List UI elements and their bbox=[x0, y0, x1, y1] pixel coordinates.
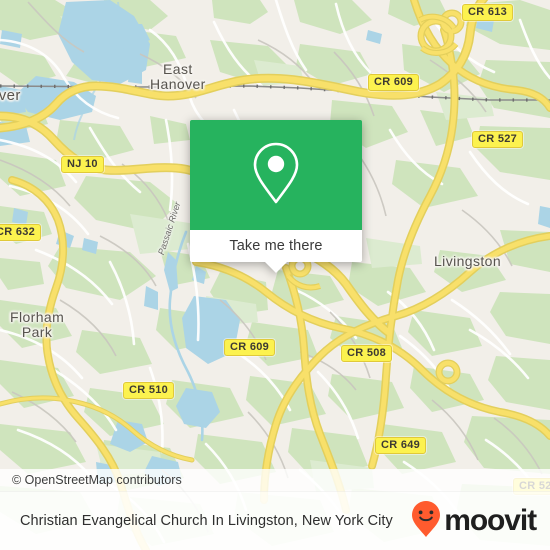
take-me-there-button[interactable]: Take me there bbox=[229, 238, 322, 254]
popup-footer[interactable]: Take me there bbox=[190, 230, 362, 273]
footer-bar: Christian Evangelical Church In Livingst… bbox=[0, 491, 550, 550]
road-shield-cr-527-north: CR 527 bbox=[472, 131, 524, 148]
road-shield-cr-649: CR 649 bbox=[375, 437, 427, 454]
location-title: Christian Evangelical Church In Livingst… bbox=[20, 513, 393, 529]
road-shield-nj-10: NJ 10 bbox=[61, 156, 104, 173]
map-canvas[interactable] bbox=[0, 0, 550, 550]
popup-tail bbox=[265, 262, 287, 273]
map-attribution-bar: © OpenStreetMap contributors bbox=[0, 469, 550, 491]
road-shield-cr-609-north: CR 609 bbox=[368, 74, 420, 91]
moovit-logo[interactable]: moovit bbox=[411, 500, 537, 543]
place-label-east-hanover: East Hanover bbox=[150, 61, 206, 93]
place-label-livingston: Livingston bbox=[434, 253, 502, 269]
map-pin-icon bbox=[250, 140, 302, 211]
map-screenshot: over East Hanover Livingston Florham Par… bbox=[0, 0, 550, 550]
road-shield-cr-510: CR 510 bbox=[123, 382, 175, 399]
place-label-florham-park: Florham Park bbox=[10, 309, 65, 341]
moovit-smiley-pin-icon bbox=[411, 500, 441, 543]
place-label-hanover: over bbox=[0, 87, 21, 104]
map-popup-card[interactable]: Take me there bbox=[190, 120, 362, 273]
road-shield-cr-613: CR 613 bbox=[462, 4, 514, 21]
road-shield-cr-609-south: CR 609 bbox=[224, 339, 276, 356]
osm-attribution-text[interactable]: © OpenStreetMap contributors bbox=[0, 473, 182, 487]
moovit-wordmark: moovit bbox=[444, 504, 537, 537]
road-shield-cr-508: CR 508 bbox=[341, 345, 393, 362]
road-shield-cr-632: CR 632 bbox=[0, 224, 42, 241]
popup-header bbox=[190, 120, 362, 230]
